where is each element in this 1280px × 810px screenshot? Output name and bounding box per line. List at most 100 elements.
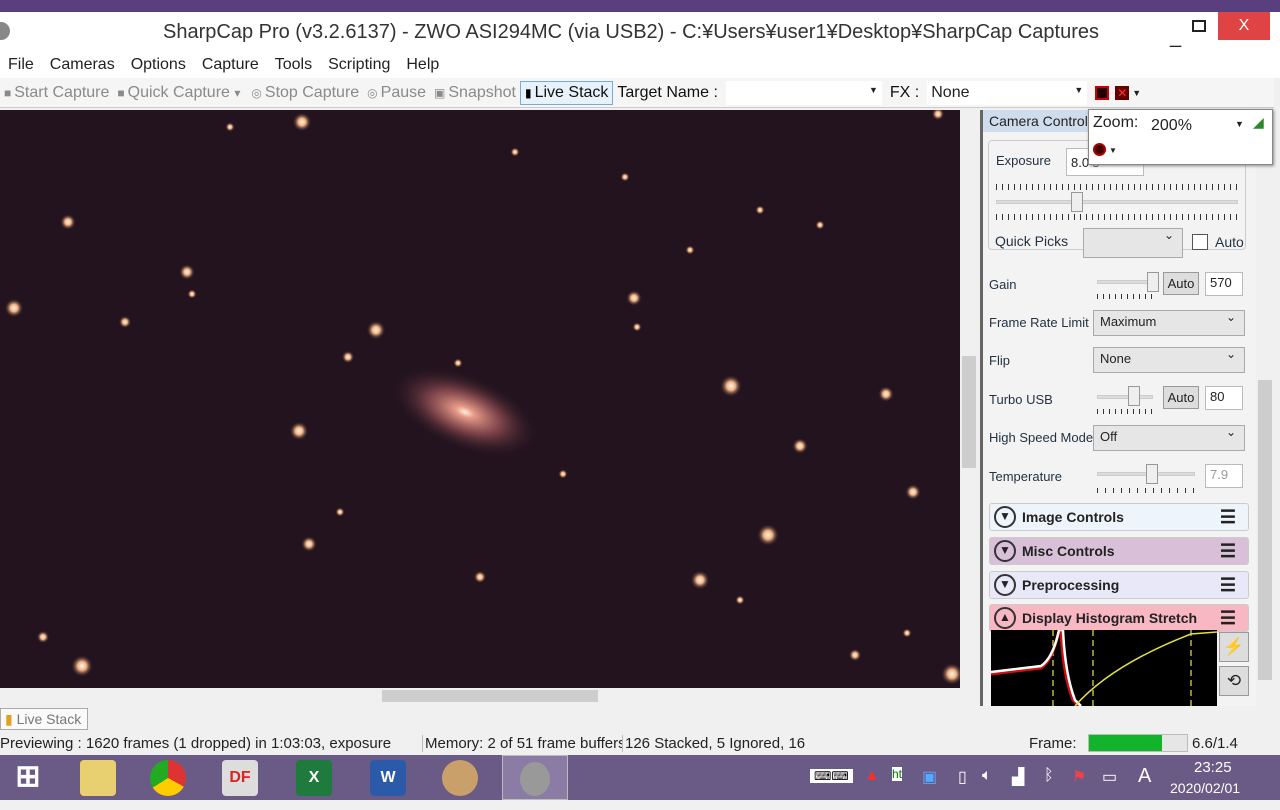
volume-icon[interactable]: 🔈︎ bbox=[982, 767, 992, 785]
menu-icon[interactable]: ☰ bbox=[1220, 507, 1236, 528]
exposure-slider-thumb[interactable] bbox=[1071, 192, 1083, 212]
chrome-icon[interactable] bbox=[150, 760, 186, 796]
star bbox=[902, 628, 912, 638]
histogram-icon[interactable]: ◢ bbox=[1253, 114, 1264, 131]
menu-tools[interactable]: Tools bbox=[267, 52, 320, 78]
zoom-tool-icon[interactable] bbox=[1093, 143, 1106, 156]
panel-scroll-thumb[interactable] bbox=[1258, 380, 1272, 680]
reset-stretch-button[interactable]: ⟲ bbox=[1219, 666, 1249, 696]
minimize-button[interactable]: _ bbox=[1170, 26, 1190, 49]
stop-capture-button[interactable]: ◎ Stop Capture bbox=[247, 84, 363, 102]
temperature-value: 7.9 bbox=[1205, 464, 1243, 488]
auto-exposure-label: Auto bbox=[1215, 234, 1244, 250]
acrobat-icon[interactable]: ▲ bbox=[864, 767, 880, 785]
gain-slider-thumb[interactable] bbox=[1147, 272, 1159, 292]
clock-time[interactable]: 23:25 bbox=[1194, 759, 1232, 776]
menu-icon[interactable]: ☰ bbox=[1220, 608, 1236, 629]
menu-icon[interactable]: ☰ bbox=[1220, 575, 1236, 596]
auto-stretch-button[interactable]: ⚡ bbox=[1219, 632, 1249, 662]
clock-date[interactable]: 2020/02/01 bbox=[1170, 780, 1240, 796]
star bbox=[632, 322, 642, 332]
zoom-select[interactable]: 200% bbox=[1151, 117, 1245, 135]
keyboard-icon[interactable]: ⌨⌨ bbox=[810, 769, 853, 783]
turbo-usb-slider[interactable] bbox=[1097, 395, 1153, 399]
menu-file[interactable]: File bbox=[0, 52, 42, 78]
action-center-flag-icon[interactable]: ⚑ bbox=[1072, 767, 1086, 787]
exposure-slider[interactable] bbox=[996, 200, 1238, 204]
auto-exposure-checkbox[interactable] bbox=[1192, 234, 1208, 250]
gain-auto-button[interactable]: Auto bbox=[1163, 272, 1199, 295]
start-capture-label: Start Capture bbox=[14, 83, 110, 101]
windows-start-icon[interactable]: ⊞ bbox=[10, 760, 46, 796]
turbo-usb-auto-button[interactable]: Auto bbox=[1163, 386, 1199, 409]
frame-rate-limit-select[interactable]: Maximum bbox=[1093, 310, 1245, 336]
star bbox=[225, 122, 235, 132]
tab-live-stack[interactable]: ▮ Live Stack bbox=[0, 708, 89, 730]
chevron-down-icon[interactable]: ▼ bbox=[994, 574, 1016, 596]
network-app-icon[interactable]: ▣ bbox=[922, 767, 937, 787]
histogram-display[interactable] bbox=[990, 628, 1218, 706]
high-speed-mode-select[interactable]: Off bbox=[1093, 425, 1245, 451]
chevron-down-icon[interactable]: ▼ bbox=[994, 506, 1016, 528]
section-image-controls[interactable]: ▼ Image Controls ☰ bbox=[989, 503, 1249, 531]
menu-cameras[interactable]: Cameras bbox=[42, 52, 123, 78]
star bbox=[848, 648, 862, 662]
turbo-usb-slider-thumb[interactable] bbox=[1128, 386, 1140, 406]
quick-picks-select[interactable] bbox=[1083, 228, 1183, 258]
live-stack-button[interactable]: ▮ Live Stack bbox=[519, 80, 614, 105]
dropdown-arrow-icon[interactable]: ▼ bbox=[1132, 88, 1141, 98]
section-title: Image Controls bbox=[1022, 509, 1124, 525]
maximize-button[interactable] bbox=[1192, 20, 1206, 32]
bluetooth-icon[interactable]: ᛒ bbox=[1044, 767, 1054, 785]
close-button[interactable]: X bbox=[1218, 12, 1270, 40]
menu-capture[interactable]: Capture bbox=[194, 52, 267, 78]
signal-icon[interactable]: ▟ bbox=[1012, 767, 1024, 787]
chevron-down-icon[interactable]: ▼ bbox=[994, 540, 1016, 562]
star-field bbox=[4, 110, 960, 686]
image-vertical-scroll-thumb[interactable] bbox=[962, 356, 976, 468]
menu-options[interactable]: Options bbox=[123, 52, 194, 78]
section-misc-controls[interactable]: ▼ Misc Controls ☰ bbox=[989, 537, 1249, 565]
sharpcap-taskbar-button[interactable] bbox=[502, 755, 568, 800]
star bbox=[187, 289, 197, 299]
ht-icon[interactable]: ht bbox=[892, 767, 903, 781]
gain-input[interactable]: 570 bbox=[1205, 272, 1243, 296]
section-preprocessing[interactable]: ▼ Preprocessing ☰ bbox=[989, 571, 1249, 599]
camera-controls-panel: Camera Controls Exposure 8.0 s Quick Pic… bbox=[980, 110, 1256, 706]
dropdown-arrow-icon[interactable]: ▼ bbox=[1109, 146, 1117, 155]
section-display-histogram-stretch[interactable]: ▲ Display Histogram Stretch ☰ bbox=[989, 604, 1249, 632]
image-horizontal-scroll-thumb[interactable] bbox=[382, 690, 598, 702]
image-preview[interactable] bbox=[0, 110, 960, 688]
menu-icon[interactable]: ☰ bbox=[1220, 541, 1236, 562]
menu-scripting[interactable]: Scripting bbox=[320, 52, 398, 78]
pause-button[interactable]: ◎ Pause bbox=[363, 84, 430, 102]
quick-capture-button[interactable]: ■ Quick Capture ▾ bbox=[113, 84, 247, 102]
dropdown-arrow-icon[interactable]: ▼ bbox=[1235, 119, 1244, 129]
star bbox=[626, 290, 642, 306]
target-name-input[interactable]: ▼ bbox=[725, 80, 882, 105]
flip-label: Flip bbox=[989, 353, 1010, 368]
frame-rate-limit-label: Frame Rate Limit bbox=[989, 315, 1089, 330]
file-explorer-icon[interactable] bbox=[80, 760, 116, 796]
chevron-up-icon[interactable]: ▲ bbox=[994, 607, 1016, 629]
gain-ticks bbox=[1097, 294, 1155, 299]
display-icon[interactable]: ▭ bbox=[1102, 767, 1117, 787]
camera-icon: ■ bbox=[117, 85, 125, 100]
frame-label: Frame: bbox=[1029, 735, 1077, 752]
battery-icon[interactable]: ▯ bbox=[958, 767, 967, 787]
docuworks-icon[interactable]: DF bbox=[222, 760, 258, 796]
snapshot-button[interactable]: ▣ Snapshot bbox=[430, 84, 520, 102]
fx-select[interactable]: None ▼ bbox=[927, 80, 1088, 105]
live-stack-tab-icon: ▮ bbox=[5, 711, 13, 727]
menu-help[interactable]: Help bbox=[398, 52, 447, 78]
word-icon[interactable]: W bbox=[370, 760, 406, 796]
reticle-icon[interactable] bbox=[1095, 85, 1110, 100]
dropdown-arrow-icon[interactable]: ▾ bbox=[234, 86, 240, 100]
excel-icon[interactable]: X bbox=[296, 760, 332, 796]
start-capture-button[interactable]: ■ Start Capture bbox=[0, 84, 113, 102]
crosshair-icon[interactable]: ✕ bbox=[1115, 85, 1130, 100]
flip-select[interactable]: None bbox=[1093, 347, 1245, 373]
turbo-usb-input[interactable]: 80 bbox=[1205, 386, 1243, 410]
paint-icon[interactable] bbox=[442, 760, 478, 796]
ime-indicator[interactable]: A bbox=[1138, 765, 1151, 788]
